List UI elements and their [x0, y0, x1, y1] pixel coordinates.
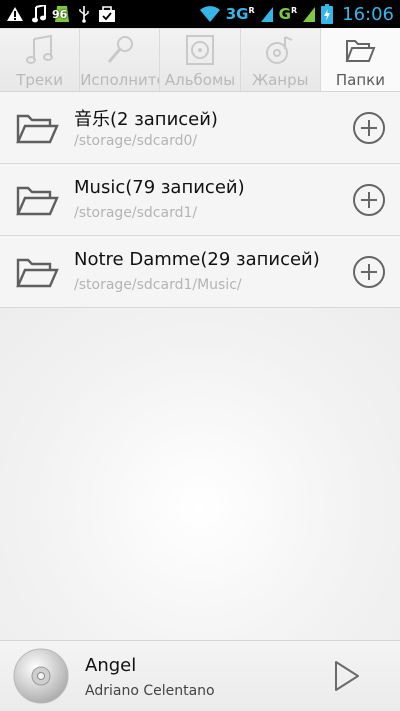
tab-albums[interactable]: Альбомы [160, 28, 241, 91]
list-item[interactable]: Notre Damme(29 записей) /storage/sdcard1… [0, 236, 400, 308]
tab-genres[interactable]: Жанры [240, 28, 321, 91]
battery-badge-icon: 96 [52, 4, 70, 24]
network-3g-label: 3GR [225, 5, 255, 23]
tab-genres-label: Жанры [251, 71, 309, 89]
tab-tracks-label: Треки [16, 71, 63, 89]
genre-icon [266, 36, 293, 64]
battery-icon [321, 3, 334, 25]
signal-icon [260, 3, 274, 25]
folder-icon [16, 258, 59, 288]
usb-icon [78, 3, 90, 25]
microphone-icon [107, 36, 133, 63]
battery-percent: 96 [52, 8, 68, 21]
tab-albums-label: Альбомы [164, 71, 236, 89]
tab-artists[interactable]: Исполнители [80, 28, 161, 91]
tab-folders-label: Папки [335, 71, 385, 89]
clock: 16:06 [342, 3, 394, 25]
folder-path: /storage/sdcard1/ [74, 205, 198, 221]
folder-path: /storage/sdcard1/Music/ [74, 277, 242, 293]
music-note-icon [32, 3, 46, 25]
tab-tracks[interactable]: Треки [0, 28, 81, 91]
folder-list: 音乐(2 записей) /storage/sdcard0/ Music(79… [0, 92, 400, 308]
bag-icon [98, 3, 116, 25]
library-tabs: Треки Исполнители Альбомы Жанры Папки [0, 28, 400, 92]
list-item[interactable]: 音乐(2 записей) /storage/sdcard0/ [0, 92, 400, 164]
folder-title: Notre Damme(29 записей) [74, 249, 320, 270]
wifi-icon [199, 3, 221, 25]
status-bar: 96 3GR GR 16:06 [0, 0, 400, 28]
track-artist: Adriano Celentano [85, 683, 215, 699]
folder-title: Music(79 записей) [74, 177, 245, 198]
album-icon [186, 35, 214, 65]
tab-folders[interactable]: Папки [320, 28, 400, 91]
tab-artists-label: Исполнители [80, 71, 159, 89]
signal-icon-2 [302, 3, 316, 25]
add-button[interactable] [352, 255, 386, 289]
play-button[interactable] [332, 659, 362, 693]
folder-icon [345, 40, 376, 62]
track-title: Angel [85, 655, 137, 676]
add-button[interactable] [352, 111, 386, 145]
cd-disc-icon [13, 648, 69, 704]
network-g-label: GR [278, 5, 298, 23]
folder-path: /storage/sdcard0/ [74, 133, 198, 149]
note-icon [25, 34, 53, 64]
now-playing-bar[interactable]: Angel Adriano Celentano [0, 640, 400, 711]
folder-icon [16, 114, 59, 144]
empty-list-area [0, 308, 400, 640]
list-item[interactable]: Music(79 записей) /storage/sdcard1/ [0, 164, 400, 236]
folder-title: 音乐(2 записей) [74, 109, 218, 130]
warning-icon [6, 3, 24, 25]
add-button[interactable] [352, 183, 386, 217]
folder-icon [16, 186, 59, 216]
